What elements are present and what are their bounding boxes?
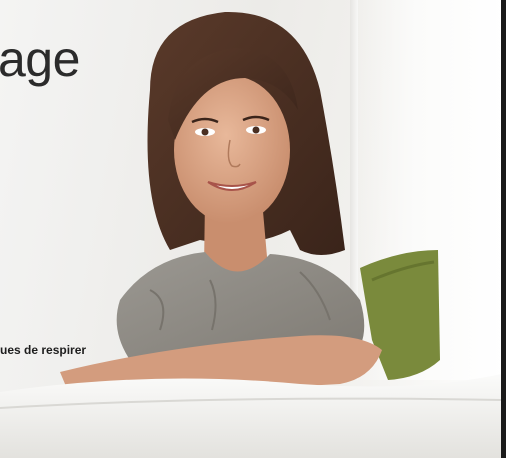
promo-banner: age ues de respirer (0, 0, 506, 458)
tagline: ues de respirer (0, 343, 87, 357)
headline: age (0, 31, 80, 87)
banner-border (501, 0, 506, 458)
sofa (0, 374, 501, 458)
